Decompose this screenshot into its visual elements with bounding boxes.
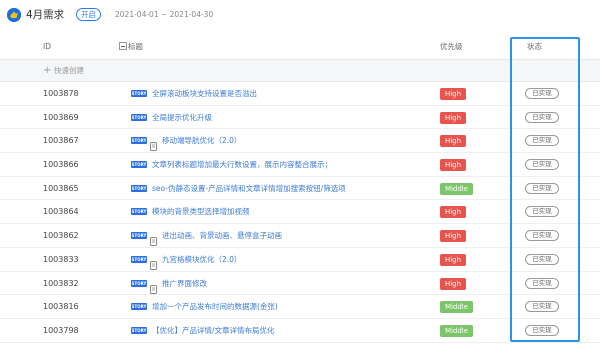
priority-badge[interactable]: High <box>440 135 466 148</box>
priority-badge[interactable]: High <box>440 277 466 290</box>
quick-create-label: 快速创建 <box>54 66 84 75</box>
row-id[interactable]: 1003832 <box>43 279 79 289</box>
plus-icon: + <box>43 65 52 76</box>
table-row[interactable]: 1003867 STORY 移动端导航优化（2.0） High 已实现 <box>0 129 600 154</box>
story-tag: STORY <box>131 303 147 311</box>
story-tag: STORY <box>131 326 147 334</box>
status-badge[interactable]: 已实现 <box>525 253 559 265</box>
sprint-logo-icon <box>7 8 21 22</box>
table-row[interactable]: 1003833 STORY 九宫格模块优化（2.0） High 已实现 <box>0 248 600 272</box>
story-tag: STORY <box>131 161 147 169</box>
row-title-link[interactable]: 模块的背景类型选择增加视频 <box>152 207 250 217</box>
subtask-icon <box>150 279 157 294</box>
story-list: 1003878 STORY 全屏滚动板块支持设置是否溢出 High 已实现 1003869… <box>0 82 600 343</box>
table-row[interactable]: 1003862 STORY 进出动画、背景动画、悬停盒子动画 High 已实现 <box>0 224 600 248</box>
table-row[interactable]: 1003864 STORY 模块的背景类型选择增加视频 High 已实现 <box>0 200 600 225</box>
priority-badge[interactable]: Middle <box>440 301 473 314</box>
status-badge[interactable]: 已实现 <box>525 182 559 194</box>
priority-badge[interactable]: Middle <box>440 324 473 337</box>
row-id[interactable]: 1003864 <box>43 207 79 217</box>
row-id[interactable]: 1003878 <box>43 89 79 99</box>
row-title-link[interactable]: 移动端导航优化（2.0） <box>162 136 241 146</box>
row-id[interactable]: 1003869 <box>43 113 79 123</box>
story-tag: STORY <box>131 137 147 145</box>
story-tag: STORY <box>131 279 147 287</box>
row-title-link[interactable]: 文章列表标题增加最大行数设置，展示内容整合展示； <box>152 160 332 170</box>
subtask-icon <box>150 255 157 270</box>
row-title-link[interactable]: 九宫格模块优化（2.0） <box>162 255 241 265</box>
status-badge[interactable]: 已实现 <box>525 206 559 218</box>
row-title-link[interactable]: 全局提示优化升级 <box>152 113 212 123</box>
row-title-link[interactable]: seo-伪静态设置-产品详情和文章详情增加搜索按钮/筛选项 <box>152 184 346 194</box>
priority-badge[interactable]: Middle <box>440 182 473 195</box>
table-row[interactable]: 1003878 STORY 全屏滚动板块支持设置是否溢出 High 已实现 <box>0 82 600 106</box>
priority-badge[interactable]: High <box>440 253 466 266</box>
column-header-status[interactable]: 状态 <box>527 42 542 52</box>
table-row[interactable]: 1003832 STORY 推广界面修改 High 已实现 <box>0 272 600 296</box>
row-id[interactable]: 1003867 <box>43 136 79 146</box>
table-row[interactable]: 1003816 STORY 增加一个产品发布时间的数据源(金张) Middle 已实现 <box>0 295 600 319</box>
collapse-all-icon[interactable] <box>119 42 127 50</box>
priority-badge[interactable]: High <box>440 88 466 100</box>
status-badge[interactable]: 已实现 <box>525 324 559 336</box>
row-id[interactable]: 1003866 <box>43 160 79 170</box>
row-title-link[interactable]: 进出动画、背景动画、悬停盒子动画 <box>162 231 282 241</box>
status-badge[interactable]: 已实现 <box>525 277 559 289</box>
row-title-link[interactable]: 增加一个产品发布时间的数据源(金张) <box>152 302 278 312</box>
story-tag: STORY <box>131 113 147 121</box>
row-title-link[interactable]: 【优化】产品详情/文章详情布局优化 <box>152 326 275 336</box>
story-tag: STORY <box>131 184 147 192</box>
story-tag: STORY <box>131 90 147 97</box>
status-badge[interactable]: 已实现 <box>525 135 559 147</box>
row-id[interactable]: 1003798 <box>43 326 79 336</box>
priority-badge[interactable]: High <box>440 206 466 219</box>
table-header: ID 标题 优先级 状态 <box>0 34 600 60</box>
sprint-title: 4月需求 <box>26 9 65 21</box>
table-row[interactable]: 1003865 STORY seo-伪静态设置-产品详情和文章详情增加搜索按钮/筛选… <box>0 177 600 201</box>
status-badge[interactable]: 已实现 <box>525 301 559 313</box>
status-badge[interactable]: 已实现 <box>525 230 559 242</box>
column-header-title[interactable]: 标题 <box>128 42 143 52</box>
priority-badge[interactable]: High <box>440 111 466 124</box>
subtask-icon <box>150 231 157 247</box>
row-title-link[interactable]: 全屏滚动板块支持设置是否溢出 <box>152 89 257 99</box>
table-row[interactable]: 1003866 STORY 文章列表标题增加最大行数设置，展示内容整合展示； High… <box>0 153 600 177</box>
sprint-header: 4月需求 开启 2021-04-01 ~ 2021-04-30 <box>0 0 600 30</box>
story-tag: STORY <box>131 232 147 240</box>
row-id[interactable]: 1003865 <box>43 184 79 194</box>
priority-badge[interactable]: High <box>440 159 466 172</box>
subtask-icon <box>150 136 157 152</box>
table-row[interactable]: 1003869 STORY 全局提示优化升级 High 已实现 <box>0 106 600 130</box>
priority-badge[interactable]: High <box>440 230 466 243</box>
sprint-status-badge[interactable]: 开启 <box>76 8 101 21</box>
column-header-id[interactable]: ID <box>43 42 51 52</box>
sprint-date-range: 2021-04-01 ~ 2021-04-30 <box>115 10 214 19</box>
table-row[interactable]: 1003798 STORY 【优化】产品详情/文章详情布局优化 Middle 已实现 <box>0 319 600 343</box>
story-tag: STORY <box>131 208 147 216</box>
quick-create-row[interactable]: + 快速创建 <box>0 60 600 82</box>
row-title-link[interactable]: 推广界面修改 <box>162 279 207 289</box>
row-id[interactable]: 1003833 <box>43 255 79 265</box>
row-id[interactable]: 1003816 <box>43 302 79 312</box>
status-badge[interactable]: 已实现 <box>525 88 559 99</box>
story-tag: STORY <box>131 255 147 263</box>
column-header-priority[interactable]: 优先级 <box>440 42 463 52</box>
row-id[interactable]: 1003862 <box>43 231 79 241</box>
status-badge[interactable]: 已实现 <box>525 159 559 171</box>
status-badge[interactable]: 已实现 <box>525 111 559 123</box>
